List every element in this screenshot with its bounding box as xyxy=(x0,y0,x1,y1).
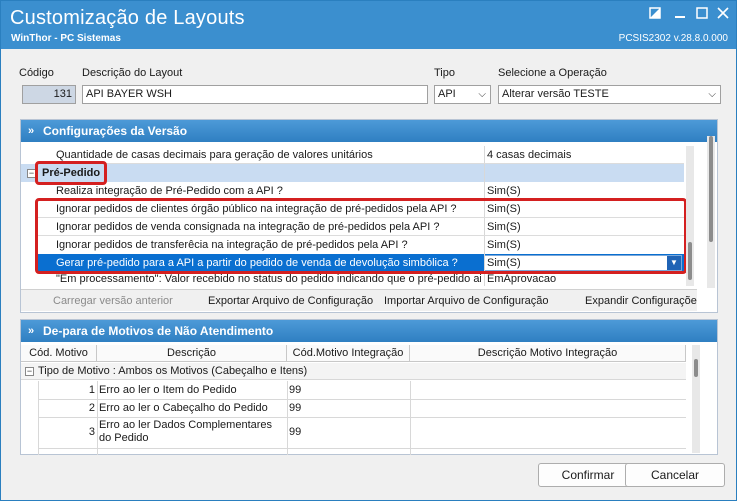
maximize-icon[interactable] xyxy=(694,7,710,23)
integracao-cell[interactable]: 99 xyxy=(289,417,301,447)
chevron-down-icon: ⌵ xyxy=(708,89,716,100)
tipo-value: API xyxy=(438,88,456,100)
cod-motivo-cell[interactable]: 2 xyxy=(38,399,95,417)
column-header[interactable]: Descrição xyxy=(97,345,287,362)
window: Customização de Layouts WinThor - PC Sis… xyxy=(0,0,737,501)
panel-scrollbar[interactable] xyxy=(707,136,715,288)
column-header[interactable]: Descrição Motivo Integração xyxy=(410,345,686,362)
close-icon[interactable] xyxy=(715,7,731,23)
config-row-label: Quantidade de casas decimais para geraçã… xyxy=(56,149,373,161)
version-label: PCSIS2302 v.28.8.0.000 xyxy=(618,33,728,44)
config-row-label: "Em processamento": Valor recebido no st… xyxy=(56,273,481,285)
integracao-cell[interactable]: 99 xyxy=(289,399,301,417)
cod-motivo-cell[interactable]: 1 xyxy=(38,381,95,399)
scrollbar-thumb[interactable] xyxy=(709,136,713,242)
expandir-button[interactable]: Expandir Configurações xyxy=(585,295,697,307)
row-divider xyxy=(38,417,686,418)
descricao-field[interactable]: API BAYER WSH xyxy=(82,85,428,104)
importar-button[interactable]: Importar Arquivo de Configuração xyxy=(384,295,548,307)
confirmar-button[interactable]: Confirmar xyxy=(538,463,638,487)
highlight-box xyxy=(35,161,107,185)
row-divider xyxy=(38,163,684,164)
tipo-label: Tipo xyxy=(434,67,455,79)
descricao-label: Descrição do Layout xyxy=(82,67,183,79)
minimize-icon[interactable] xyxy=(672,7,688,23)
descricao-cell[interactable]: Erro ao ler Dados Complementares do Pedi… xyxy=(99,419,285,445)
column-divider xyxy=(287,381,288,455)
exportar-button[interactable]: Exportar Arquivo de Configuração xyxy=(208,295,373,307)
depara-panel-title: De-para de Motivos de Não Atendimento xyxy=(43,324,274,338)
operacao-value: Alterar versão TESTE xyxy=(502,88,609,100)
descricao-cell[interactable]: Erro ao ler o Item do Pedido xyxy=(99,381,237,399)
collapse-chevron-icon[interactable]: » xyxy=(28,320,34,342)
cancelar-button[interactable]: Cancelar xyxy=(625,463,725,487)
motivo-group-row[interactable]: − Tipo de Motivo : Ambos os Motivos (Cab… xyxy=(21,363,686,380)
title-bar[interactable]: Customização de Layouts WinThor - PC Sis… xyxy=(1,1,736,49)
column-header[interactable]: Cód.Motivo Integração xyxy=(287,345,410,362)
integracao-cell[interactable]: 99 xyxy=(289,381,301,399)
window-title: Customização de Layouts xyxy=(10,7,245,29)
descricao-cell[interactable]: Erro ao ler o Cabeçalho do Pedido xyxy=(99,399,268,417)
highlight-box xyxy=(35,198,687,274)
column-divider xyxy=(410,381,411,455)
config-panel-header[interactable]: » Configurações da Versão xyxy=(21,120,717,142)
row-divider xyxy=(38,448,686,449)
column-divider xyxy=(97,381,98,455)
tipo-select[interactable]: API ⌵ xyxy=(434,85,491,104)
column-header[interactable]: Cód. Motivo xyxy=(21,345,97,362)
codigo-label: Código xyxy=(19,67,54,79)
operacao-select[interactable]: Alterar versão TESTE ⌵ xyxy=(498,85,721,104)
config-panel-title: Configurações da Versão xyxy=(43,124,188,138)
chevron-down-icon: ⌵ xyxy=(478,89,486,100)
collapse-chevron-icon[interactable]: » xyxy=(28,120,34,142)
inner-scrollbar[interactable] xyxy=(686,146,694,286)
config-row-value[interactable]: 4 casas decimais xyxy=(487,146,571,164)
scrollbar-thumb[interactable] xyxy=(688,242,692,280)
cod-motivo-cell[interactable]: 3 xyxy=(38,417,95,447)
depara-panel-header[interactable]: » De-para de Motivos de Não Atendimento xyxy=(21,320,717,342)
table-scrollbar[interactable] xyxy=(692,345,700,453)
motivo-group-label: Tipo de Motivo : Ambos os Motivos (Cabeç… xyxy=(38,365,308,377)
restore-icon[interactable] xyxy=(647,7,663,23)
carregar-versao-button[interactable]: Carregar versão anterior xyxy=(53,295,173,307)
config-row-value[interactable]: EmAprovacao xyxy=(487,272,556,286)
window-subtitle: WinThor - PC Sistemas xyxy=(11,33,121,44)
group-row[interactable]: − Pré-Pedido xyxy=(21,164,684,182)
collapse-icon[interactable]: − xyxy=(25,367,34,376)
scrollbar-thumb[interactable] xyxy=(694,359,698,377)
operacao-label: Selecione a Operação xyxy=(498,67,607,79)
codigo-field[interactable]: 131 xyxy=(22,85,76,104)
